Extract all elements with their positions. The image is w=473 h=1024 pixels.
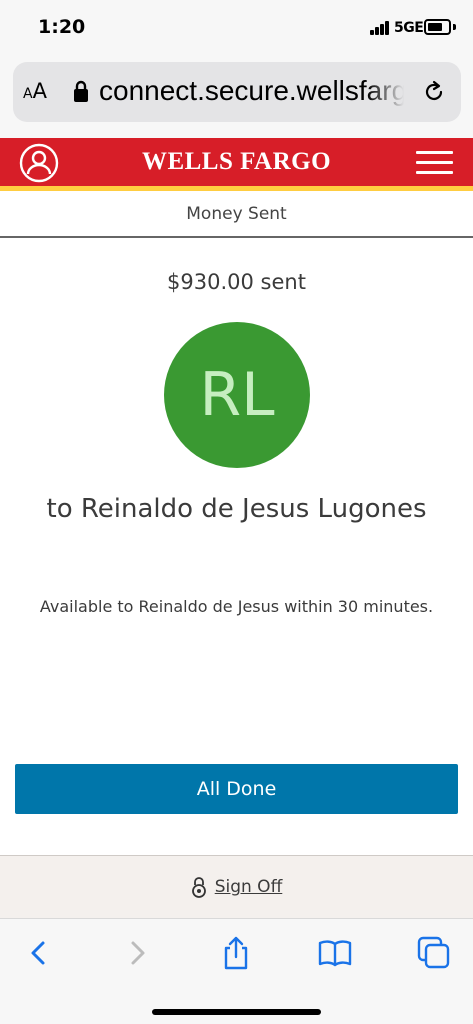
browser-toolbar xyxy=(0,918,473,1024)
text-size-large-label: A xyxy=(32,79,47,103)
bookmarks-icon[interactable] xyxy=(317,935,353,971)
back-icon[interactable] xyxy=(21,935,57,971)
text-size-small-label: A xyxy=(23,86,33,102)
availability-message: Available to Reinaldo de Jesus within 30… xyxy=(39,597,434,616)
padlock-icon xyxy=(191,877,206,898)
battery-icon xyxy=(424,19,451,35)
home-indicator[interactable] xyxy=(152,1009,321,1015)
amount-sent: $930.00 sent xyxy=(167,270,306,294)
brand-logo[interactable]: WELLS FARGO xyxy=(0,148,473,176)
sign-off-link[interactable]: Sign Off xyxy=(0,876,473,898)
all-done-button[interactable]: All Done xyxy=(15,764,458,814)
reload-icon[interactable] xyxy=(421,79,447,105)
avatar-initials: RL xyxy=(199,360,275,430)
status-time: 1:20 xyxy=(38,16,86,38)
status-bar: 1:20 5GE xyxy=(0,0,473,56)
battery-cap xyxy=(453,24,456,30)
address-bar[interactable]: AA connect.secure.wellsfargo.com xyxy=(13,62,461,122)
recipient-name: to Reinaldo de Jesus Lugones xyxy=(46,494,427,524)
network-type: 5GE xyxy=(394,20,424,36)
site-header: WELLS FARGO xyxy=(0,138,473,186)
page-footer: Sign Off xyxy=(0,855,473,918)
forward-icon[interactable] xyxy=(119,935,155,971)
lock-icon xyxy=(74,80,88,102)
url-text[interactable]: connect.secure.wellsfargo.com xyxy=(99,75,404,107)
text-size-button[interactable]: AA xyxy=(23,79,47,103)
recipient-avatar: RL xyxy=(164,322,310,468)
page-title-bar: Money Sent xyxy=(0,191,473,238)
tabs-icon[interactable] xyxy=(416,935,452,971)
sign-off-label: Sign Off xyxy=(214,877,283,897)
menu-icon[interactable] xyxy=(416,151,453,175)
browser-address-area: AA connect.secure.wellsfargo.com xyxy=(0,56,473,138)
signal-strength-icon xyxy=(370,21,390,35)
share-icon[interactable] xyxy=(218,935,254,971)
page-title: Money Sent xyxy=(186,204,287,224)
